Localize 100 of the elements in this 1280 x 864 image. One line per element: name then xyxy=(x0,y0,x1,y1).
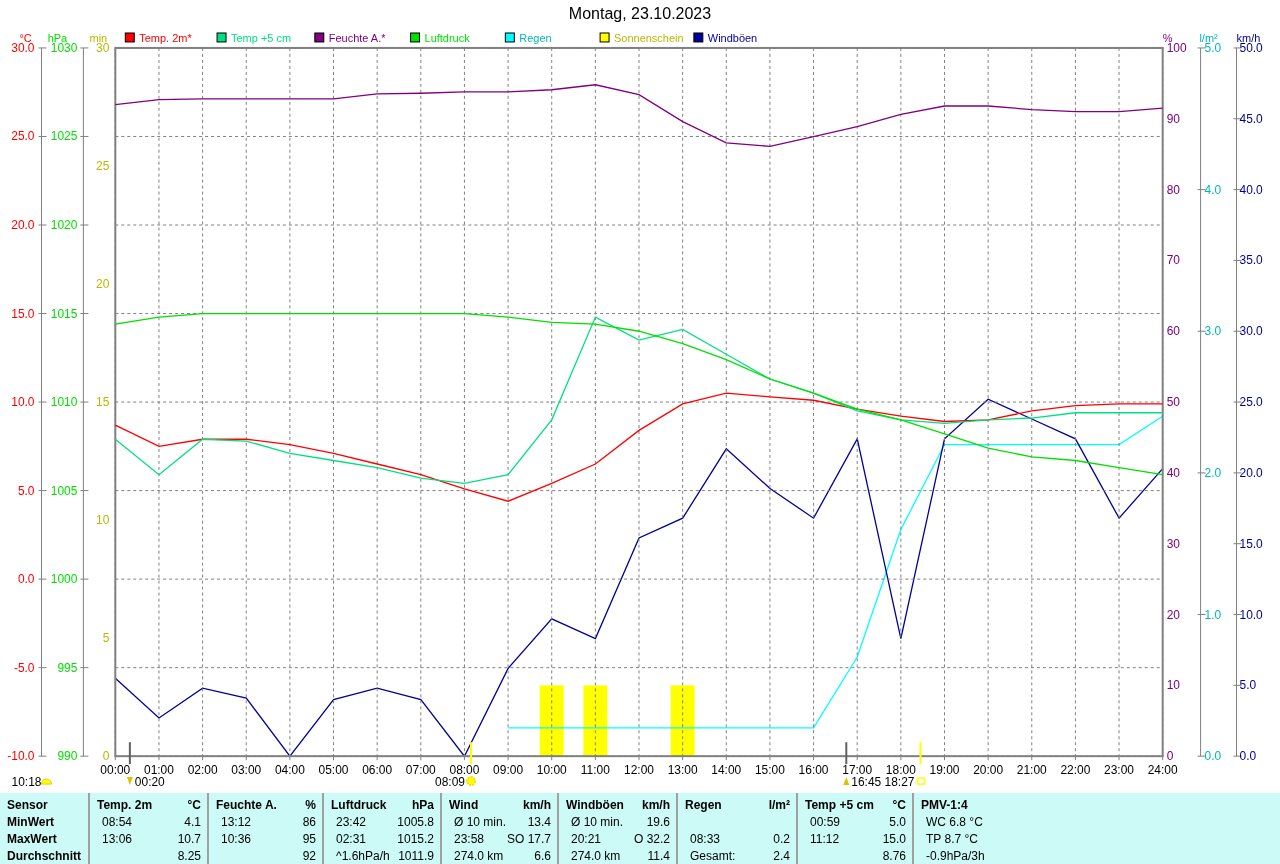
axis-label: 20 xyxy=(1166,607,1180,622)
table-cell-text: 13:12 xyxy=(220,815,252,829)
column-unit: % xyxy=(305,798,316,812)
table-cell-text: Ø 10 min. xyxy=(453,815,507,829)
legend-swatch xyxy=(504,32,515,43)
column-title: Regen xyxy=(685,798,722,812)
axis-label: 20.0 xyxy=(11,217,35,232)
time-marker: 00:20 xyxy=(134,775,165,789)
chart-title: Montag, 23.10.2023 xyxy=(568,4,712,23)
table-cell: O 32.2 xyxy=(633,832,670,846)
time-marker: 16:45 xyxy=(851,775,882,789)
table-cell: 1015.2 xyxy=(397,832,434,846)
table-cell-text: Gesamt: xyxy=(689,849,736,863)
axis-label: 1.0 xyxy=(1204,607,1222,622)
legend-label: Luftdruck xyxy=(424,31,470,44)
table-cell: 92 xyxy=(302,849,316,863)
table-cell-text: 20:21 xyxy=(570,832,602,846)
axis-label: 17:00 xyxy=(842,763,873,778)
axis-label: 35.0 xyxy=(1239,253,1263,268)
axis-label: 25.0 xyxy=(11,129,35,144)
table-cell: 15.0 xyxy=(882,832,906,846)
axis-label: 30 xyxy=(1166,536,1180,551)
axis-label: 0.0 xyxy=(1204,749,1222,764)
table-cell-text: 02:31 xyxy=(335,832,367,846)
axis-label: 03:00 xyxy=(231,763,262,778)
axis-label: 45.0 xyxy=(1239,111,1263,126)
axis-label: 10:00 xyxy=(536,763,567,778)
table-cell-text: 274.0 km xyxy=(570,849,621,863)
axis-label: 00:00 xyxy=(100,763,131,778)
table-cell: 4.1 xyxy=(184,815,201,829)
column-unit: °C xyxy=(187,798,201,812)
axis-label: 23:00 xyxy=(1104,763,1134,778)
column-title: Feuchte A. xyxy=(216,798,277,812)
axis-label: 01:00 xyxy=(144,763,174,778)
table-cell: 10.7 xyxy=(177,832,201,846)
column-title: Temp +5 cm xyxy=(805,798,874,812)
axis-label: 1000 xyxy=(50,572,78,587)
column-title: Temp. 2m xyxy=(97,798,153,812)
axis-label: 10 xyxy=(96,513,110,527)
column-title: Windböen xyxy=(566,798,624,812)
row-label: Durchschnitt xyxy=(7,849,81,863)
axis-unit: km/h xyxy=(1236,31,1261,44)
legend-swatch xyxy=(216,32,227,43)
axis-label: 40 xyxy=(1166,465,1180,480)
axis-label: 50 xyxy=(1166,394,1180,409)
axis-label: 22:00 xyxy=(1060,763,1091,778)
axis-label: 13:00 xyxy=(667,763,698,778)
axis-label: 0.0 xyxy=(17,572,35,587)
table-cell-text: 08:33 xyxy=(689,832,721,846)
column-unit: km/h xyxy=(642,798,670,812)
table-cell: 8.25 xyxy=(177,849,201,863)
axis-label: 5 xyxy=(102,631,110,646)
table-cell-text: 10:36 xyxy=(220,832,252,846)
axis-label: 02:00 xyxy=(187,763,218,778)
axis-label: 20 xyxy=(96,276,110,291)
legend-swatch xyxy=(314,32,325,43)
square-icon xyxy=(916,777,926,785)
axis-label: 1005 xyxy=(50,483,78,498)
axis-label: 990 xyxy=(57,749,78,764)
legend-label: Feuchte A.* xyxy=(328,31,386,44)
legend-swatch xyxy=(124,32,135,43)
arrow-down-icon xyxy=(126,777,133,785)
axis-unit: % xyxy=(1162,31,1173,44)
table-cell: 19.6 xyxy=(646,815,670,829)
axis-label: 70 xyxy=(1166,253,1180,268)
legend-label: Regen xyxy=(519,31,552,44)
time-marker: 18:27 xyxy=(884,775,915,789)
axis-label: 30.0 xyxy=(1239,324,1263,339)
axis-label: 10.0 xyxy=(1239,607,1263,622)
axis-label: 08:00 xyxy=(449,763,480,778)
sun-icon xyxy=(41,778,52,785)
table-cell: 1005.8 xyxy=(397,815,434,829)
axis-label: 16:00 xyxy=(798,763,829,778)
table-cell-text: TP 8.7 °C xyxy=(925,832,978,846)
row-label: MinWert xyxy=(7,815,55,829)
table-cell: 86 xyxy=(302,815,316,829)
column-title: Luftdruck xyxy=(331,798,387,812)
legend-label: Windböen xyxy=(707,31,758,44)
axis-label: 0.0 xyxy=(1239,749,1257,764)
table-cell-text: Ø 10 min. xyxy=(570,815,624,829)
table-cell-text: 08:54 xyxy=(101,815,133,829)
axis-label: 1020 xyxy=(50,217,78,232)
axis-label: 10.0 xyxy=(11,394,35,409)
axis-label: 5.0 xyxy=(1239,678,1257,693)
legend-label: Sonnenschein xyxy=(614,31,684,44)
table-cell-text: 11:12 xyxy=(809,832,840,846)
table-cell-text: 23:58 xyxy=(453,832,485,846)
table-cell-text: -0.9hPa/3h xyxy=(925,849,985,863)
axis-label: 06:00 xyxy=(362,763,393,778)
legend-swatch xyxy=(410,32,421,43)
axis-label: 19:00 xyxy=(929,763,960,778)
table-cell: 6.6 xyxy=(534,849,551,863)
legend-label: Temp. 2m* xyxy=(139,31,192,44)
table-cell: SO 17.7 xyxy=(506,832,551,846)
axis-label: 12:00 xyxy=(624,763,654,778)
legend-label: Temp +5 cm xyxy=(231,31,292,44)
axis-label: 07:00 xyxy=(405,763,436,778)
axis-label: 1015 xyxy=(50,306,78,321)
axis-label: 995 xyxy=(57,660,78,675)
axis-unit: °C xyxy=(19,31,32,44)
